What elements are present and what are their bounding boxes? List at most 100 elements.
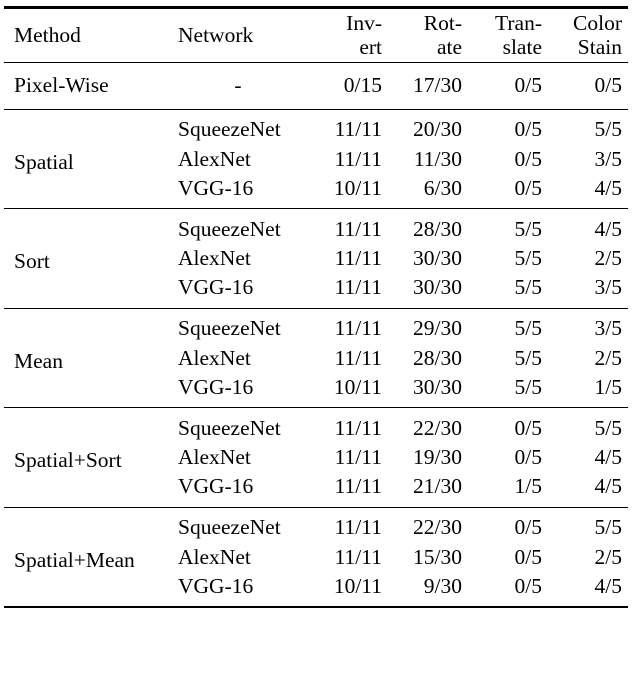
column-header-method: Method xyxy=(4,6,168,63)
cell-invert: 11/11 xyxy=(334,117,382,141)
cell-translate: 5/5 xyxy=(514,216,542,241)
column-header-invert: Inv- ert xyxy=(308,6,388,63)
cell-rotate: 20/30 xyxy=(413,117,462,141)
cell-colorstain: 5/5 xyxy=(594,515,622,539)
table-header: Method Network Inv- ert Rot- ate Tran- s… xyxy=(4,6,628,63)
cell-rotate: 22/30 xyxy=(413,415,462,440)
cell-invert: 11/11 xyxy=(334,246,382,270)
cell-invert: 11/11 xyxy=(334,316,382,340)
cell-translate: 0/5 xyxy=(514,117,542,141)
column-header-method-label: Method xyxy=(14,22,81,47)
row-network: SqueezeNet xyxy=(178,515,281,539)
cell-translate: 0/5 xyxy=(514,515,542,539)
row-method-label: Sort xyxy=(14,249,50,274)
cell-colorstain: 4/5 xyxy=(594,216,622,241)
cell-colorstain: 4/5 xyxy=(594,445,622,469)
row-network: AlexNet xyxy=(178,345,251,370)
cell-colorstain: 3/5 xyxy=(594,316,622,340)
cell-translate: 0/5 xyxy=(514,445,542,469)
cell-invert: 11/11 xyxy=(334,445,382,469)
column-header-network: Network xyxy=(168,6,308,63)
cell-colorstain: 4/5 xyxy=(594,573,622,598)
cell-colorstain: 4/5 xyxy=(594,175,622,200)
row-network: AlexNet xyxy=(178,445,251,469)
cell-translate: 5/5 xyxy=(514,246,542,270)
cell-rotate: 30/30 xyxy=(413,374,462,399)
column-header-rotate-line1: Rot- xyxy=(423,11,462,36)
column-header-colorstain-line1: Color xyxy=(573,11,622,36)
cell-translate: 0/5 xyxy=(514,175,542,200)
column-header-colorstain-line2: Stain xyxy=(577,34,622,59)
cell-invert: 11/11 xyxy=(334,146,382,171)
table-row: Spatial SqueezeNet 11/11 20/30 0/5 5/5 xyxy=(4,110,628,174)
cell-translate: 5/5 xyxy=(514,316,542,340)
cell-colorstain: 3/5 xyxy=(594,146,622,171)
cell-invert: 11/11 xyxy=(334,544,382,569)
cell-rotate: 9/30 xyxy=(423,573,462,598)
cell-rotate: 15/30 xyxy=(413,544,462,569)
column-header-colorstain: Color Stain xyxy=(548,6,628,63)
table-row: Spatial+Mean SqueezeNet 11/11 22/30 0/5 … xyxy=(4,508,628,572)
row-network: AlexNet xyxy=(178,544,251,569)
row-method-label: Spatial xyxy=(14,149,74,174)
column-header-translate-line1: Tran- xyxy=(495,11,542,36)
cell-invert: 11/11 xyxy=(334,345,382,370)
cell-colorstain: 5/5 xyxy=(594,415,622,440)
cell-rotate: 29/30 xyxy=(413,316,462,340)
cell-invert: 11/11 xyxy=(334,275,382,300)
row-network: SqueezeNet xyxy=(178,415,281,440)
cell-colorstain: 2/5 xyxy=(594,544,622,569)
table-row: Mean SqueezeNet 11/11 29/30 5/5 3/5 xyxy=(4,309,628,373)
column-header-translate: Tran- slate xyxy=(468,6,548,63)
cell-colorstain: 2/5 xyxy=(594,345,622,370)
header-row: Method Network Inv- ert Rot- ate Tran- s… xyxy=(4,6,628,63)
cell-colorstain: 3/5 xyxy=(594,275,622,300)
column-header-translate-line2: slate xyxy=(502,34,542,59)
row-network: VGG-16 xyxy=(178,474,254,499)
cell-rotate: 30/30 xyxy=(413,275,462,300)
cell-invert: 10/11 xyxy=(333,175,382,200)
row-network: VGG-16 xyxy=(178,573,254,598)
cell-invert: 10/11 xyxy=(333,374,382,399)
cell-colorstain: 0/5 xyxy=(594,73,622,98)
table-body: Pixel-Wise - 0/15 17/30 0/5 0/5 Spatial … xyxy=(4,62,628,609)
cell-rotate: 17/30 xyxy=(413,73,462,98)
row-network: VGG-16 xyxy=(178,374,254,399)
cell-colorstain: 5/5 xyxy=(594,117,622,141)
cell-invert: 11/11 xyxy=(334,216,382,241)
table-row: Pixel-Wise - 0/15 17/30 0/5 0/5 xyxy=(4,63,628,109)
cell-invert: 11/11 xyxy=(334,515,382,539)
cell-rotate: 19/30 xyxy=(413,445,462,469)
cell-rotate: 6/30 xyxy=(423,175,462,200)
cell-rotate: 21/30 xyxy=(413,474,462,499)
row-network: SqueezeNet xyxy=(178,316,281,340)
cell-invert: 11/11 xyxy=(334,474,382,499)
results-table: Method Network Inv- ert Rot- ate Tran- s… xyxy=(4,6,628,609)
cell-translate: 1/5 xyxy=(514,474,542,499)
cell-invert: 10/11 xyxy=(333,573,382,598)
cell-colorstain: 1/5 xyxy=(594,374,622,399)
row-network: SqueezeNet xyxy=(178,117,281,141)
row-network: AlexNet xyxy=(178,146,251,171)
row-method-label: Mean xyxy=(14,348,63,373)
cell-translate: 0/5 xyxy=(514,146,542,171)
cell-translate: 5/5 xyxy=(514,374,542,399)
rule-line xyxy=(4,605,628,609)
cell-rotate: 28/30 xyxy=(413,216,462,241)
column-header-invert-line2: ert xyxy=(359,34,382,59)
cell-rotate: 30/30 xyxy=(413,246,462,270)
row-network: SqueezeNet xyxy=(178,216,281,241)
column-header-invert-line1: Inv- xyxy=(346,11,382,36)
row-network: - xyxy=(234,73,242,98)
cell-colorstain: 4/5 xyxy=(594,474,622,499)
column-header-rotate: Rot- ate xyxy=(388,6,468,63)
cell-rotate: 28/30 xyxy=(413,345,462,370)
cell-rotate: 22/30 xyxy=(413,515,462,539)
table-row: Sort SqueezeNet 11/11 28/30 5/5 4/5 xyxy=(4,209,628,274)
table-row: Spatial+Sort SqueezeNet 11/11 22/30 0/5 … xyxy=(4,408,628,473)
cell-colorstain: 2/5 xyxy=(594,246,622,270)
cell-invert: 0/15 xyxy=(343,73,382,98)
row-method-label: Spatial+Sort xyxy=(14,448,122,473)
cell-translate: 0/5 xyxy=(514,415,542,440)
cell-translate: 5/5 xyxy=(514,345,542,370)
